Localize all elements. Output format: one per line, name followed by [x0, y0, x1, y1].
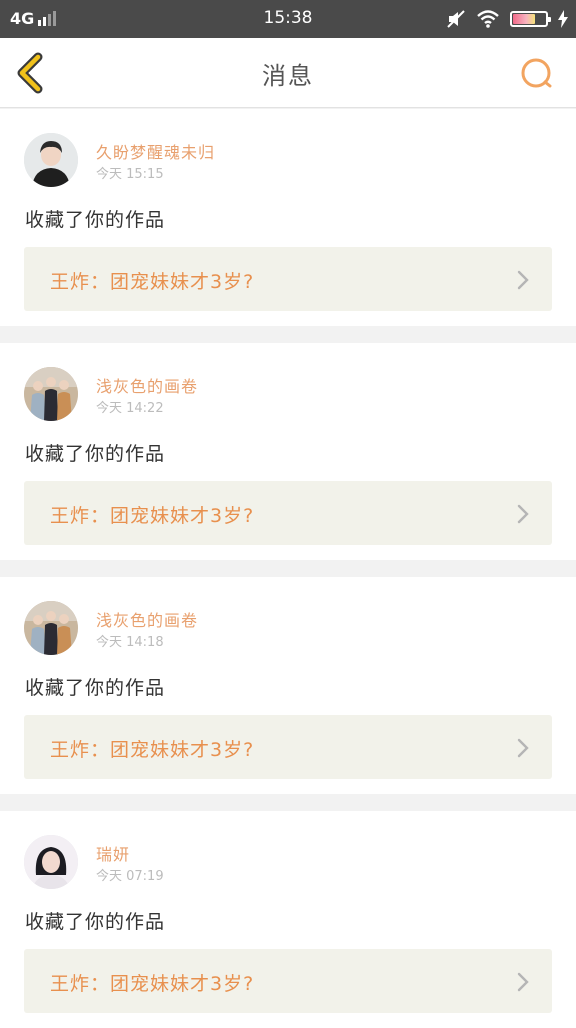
- notification-card: 浅灰色的画卷 今天 14:18 收藏了你的作品 王炸：团宠妹妹才3岁?: [0, 577, 576, 794]
- wifi-icon: [477, 10, 499, 28]
- chevron-right-icon: [517, 504, 529, 524]
- timestamp: 今天 14:18: [96, 635, 164, 650]
- search-button[interactable]: [518, 55, 556, 93]
- notification-card: 久盼梦醒魂未归 今天 15:15 收藏了你的作品 王炸：团宠妹妹才3岁?: [0, 109, 576, 326]
- action-text: 收藏了你的作品: [25, 677, 166, 699]
- work-title: 王炸：团宠妹妹才3岁?: [50, 505, 255, 527]
- avatar[interactable]: [24, 133, 78, 187]
- notification-card: 浅灰色的画卷 今天 14:22 收藏了你的作品 王炸：团宠妹妹才3岁?: [0, 343, 576, 560]
- avatar[interactable]: [24, 835, 78, 889]
- avatar[interactable]: [24, 367, 78, 421]
- work-link[interactable]: 王炸：团宠妹妹才3岁?: [24, 715, 552, 779]
- avatar[interactable]: [24, 601, 78, 655]
- username[interactable]: 瑞妍: [96, 841, 130, 865]
- work-link[interactable]: 王炸：团宠妹妹才3岁?: [24, 949, 552, 1013]
- chevron-right-icon: [517, 738, 529, 758]
- timestamp: 今天 07:19: [96, 869, 164, 884]
- charging-icon: [558, 10, 568, 28]
- work-title: 王炸：团宠妹妹才3岁?: [50, 271, 255, 293]
- timestamp: 今天 15:15: [96, 167, 164, 182]
- action-text: 收藏了你的作品: [25, 443, 166, 465]
- action-text: 收藏了你的作品: [25, 911, 166, 933]
- chevron-right-icon: [517, 972, 529, 992]
- work-title: 王炸：团宠妹妹才3岁?: [50, 973, 255, 995]
- page-title: 消息: [262, 62, 314, 90]
- username[interactable]: 久盼梦醒魂未归: [96, 139, 215, 163]
- notification-card: 瑞妍 今天 07:19 收藏了你的作品 王炸：团宠妹妹才3岁?: [0, 811, 576, 1028]
- username[interactable]: 浅灰色的画卷: [96, 373, 198, 397]
- action-text: 收藏了你的作品: [25, 209, 166, 231]
- status-bar: 4G 15:38: [0, 0, 576, 38]
- mute-icon: [447, 10, 465, 28]
- battery-icon: [510, 11, 551, 27]
- status-icons: [436, 7, 568, 31]
- work-title: 王炸：团宠妹妹才3岁?: [50, 739, 255, 761]
- work-link[interactable]: 王炸：团宠妹妹才3岁?: [24, 481, 552, 545]
- work-link[interactable]: 王炸：团宠妹妹才3岁?: [24, 247, 552, 311]
- chevron-right-icon: [517, 270, 529, 290]
- username[interactable]: 浅灰色的画卷: [96, 607, 198, 631]
- search-icon: [521, 58, 552, 88]
- timestamp: 今天 14:22: [96, 401, 164, 416]
- nav-bar: 消息: [0, 38, 576, 108]
